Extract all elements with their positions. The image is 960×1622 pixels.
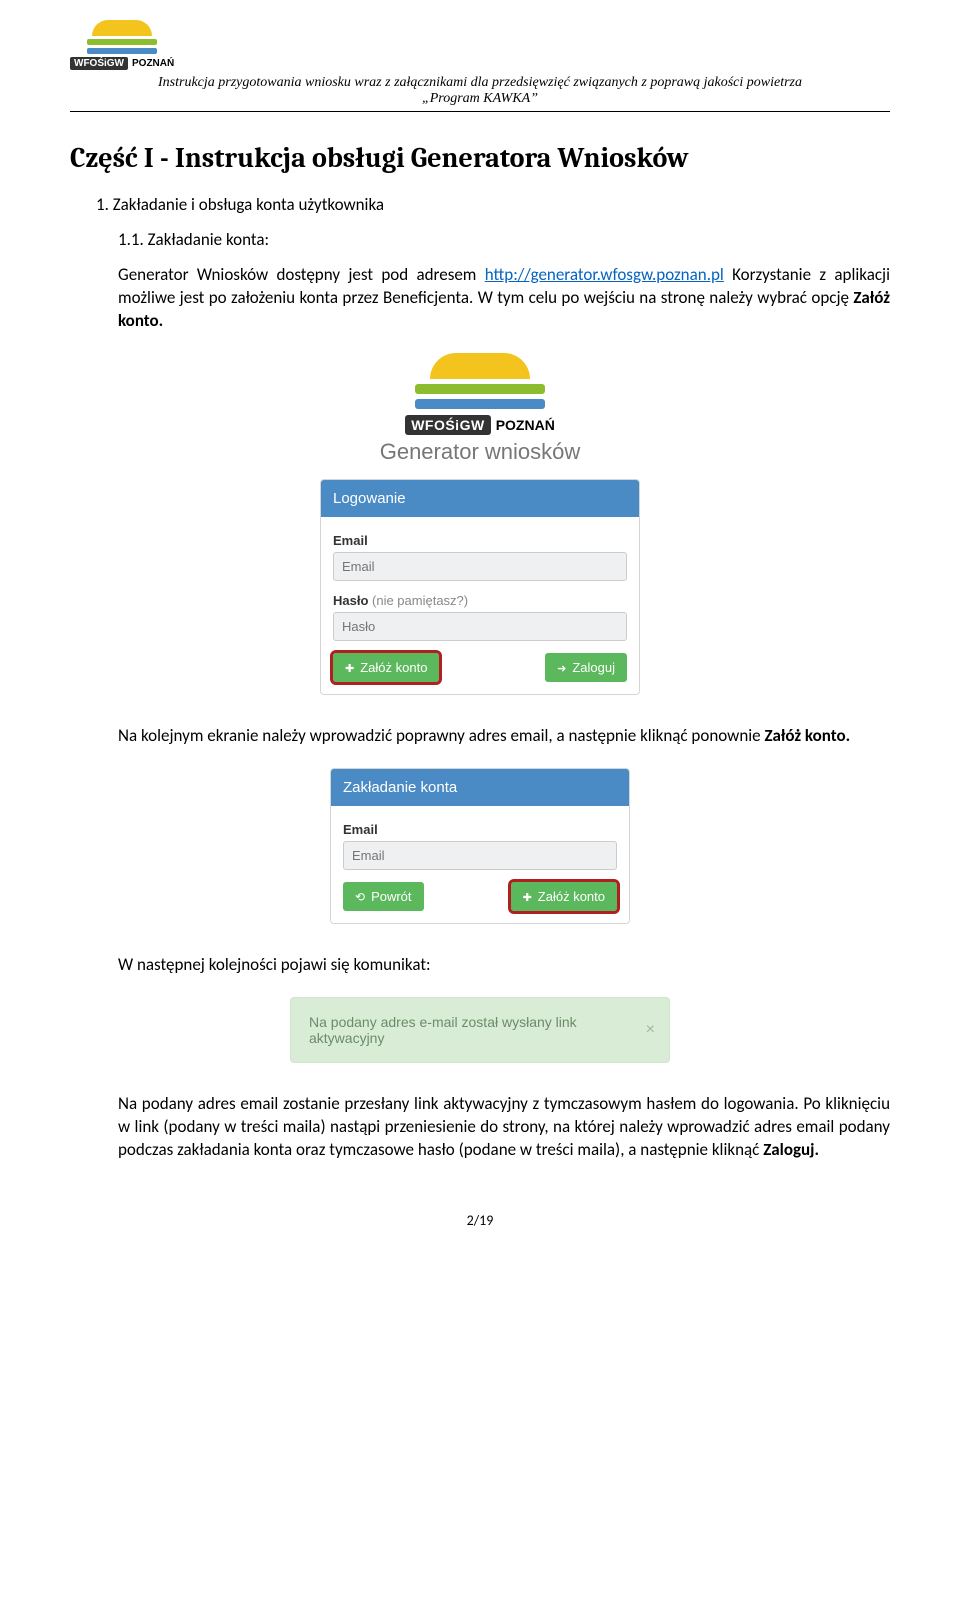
plus-icon xyxy=(345,660,354,675)
register-mock: Zakładanie konta Email Powrót Załóż kont… xyxy=(70,768,890,924)
paragraph-intro: Generator Wniosków dostępny jest pod adr… xyxy=(118,264,890,333)
big-logo-green-stripe xyxy=(415,384,545,394)
doc-header-line1: Instrukcja przygotowania wniosku wraz z … xyxy=(158,75,802,90)
alert-text: Na podany adres e-mail został wysłany li… xyxy=(309,1014,577,1046)
p4-bold: Zaloguj. xyxy=(763,1139,819,1160)
close-icon[interactable]: × xyxy=(646,1021,655,1039)
register-button[interactable]: Załóż konto xyxy=(333,653,439,682)
logo-city: POZNAŃ xyxy=(132,58,174,69)
back-icon xyxy=(355,889,365,904)
p1a: Generator Wniosków dostępny jest pod adr… xyxy=(118,264,485,285)
login-button[interactable]: Zaloguj xyxy=(545,653,627,682)
logo-stripe-blue xyxy=(87,48,157,54)
register-panel: Zakładanie konta Email Powrót Załóż kont… xyxy=(330,768,630,924)
login-button-label: Zaloguj xyxy=(572,660,615,675)
logo-small: WFOŚiGW POZNAŃ xyxy=(70,20,174,69)
paragraph-activation: Na podany adres email zostanie przesłany… xyxy=(118,1093,890,1162)
generator-title: Generator wniosków xyxy=(320,439,640,465)
subsection-1-1: 1.1. Zakładanie konta: xyxy=(118,229,890,250)
big-logo-badge: WFOŚiGW xyxy=(405,415,491,435)
password-input[interactable] xyxy=(333,612,627,641)
big-logo-label: WFOŚiGW POZNAŃ xyxy=(405,417,555,433)
generator-link[interactable]: http://generator.wfosgw.poznan.pl xyxy=(485,264,724,285)
reg-email-input[interactable] xyxy=(343,841,617,870)
forgot-password-link[interactable]: (nie pamiętasz?) xyxy=(372,593,468,608)
back-button[interactable]: Powrót xyxy=(343,882,424,911)
big-logo: WFOŚiGW POZNAŃ xyxy=(320,353,640,433)
plus-icon-2 xyxy=(523,889,532,904)
back-button-label: Powrót xyxy=(371,889,411,904)
email-label: Email xyxy=(333,533,627,548)
password-label: Hasło (nie pamiętasz?) xyxy=(333,593,627,608)
doc-header-line2: „Program KAWKA” xyxy=(422,91,538,106)
sub-label: Zakładanie konta: xyxy=(148,229,269,250)
p2a: Na kolejnym ekranie należy wprowadzić po… xyxy=(118,725,764,746)
pass-label-text: Hasło xyxy=(333,593,372,608)
activation-alert: Na podany adres e-mail został wysłany li… xyxy=(290,997,670,1063)
sub-num: 1.1. xyxy=(118,229,148,250)
reg-email-label: Email xyxy=(343,822,617,837)
reg-submit-button[interactable]: Załóż konto xyxy=(511,882,617,911)
logo-label: WFOŚiGW POZNAŃ xyxy=(70,58,174,69)
part-title: Część I - Instrukcja obsługi Generatora … xyxy=(70,142,890,174)
logo-sun-icon xyxy=(92,20,152,36)
login-icon xyxy=(557,660,566,675)
logo-badge: WFOŚiGW xyxy=(70,57,128,70)
register-panel-head: Zakładanie konta xyxy=(331,769,629,806)
alert-wrap: Na podany adres e-mail został wysłany li… xyxy=(70,997,890,1063)
reg-submit-label: Załóż konto xyxy=(538,889,605,904)
big-logo-blue-stripe xyxy=(415,399,545,409)
p2-bold: Załóż konto. xyxy=(764,725,850,746)
big-logo-city: POZNAŃ xyxy=(496,417,555,433)
doc-header-text: Instrukcja przygotowania wniosku wraz z … xyxy=(70,75,890,112)
big-logo-sun-icon xyxy=(430,353,530,379)
register-button-label: Załóż konto xyxy=(360,660,427,675)
logo-stripe-green xyxy=(87,39,157,45)
page-number: 2/19 xyxy=(70,1212,890,1229)
login-mock: WFOŚiGW POZNAŃ Generator wniosków Logowan… xyxy=(70,353,890,695)
doc-header-row: WFOŚiGW POZNAŃ xyxy=(70,20,890,69)
login-panel-head: Logowanie xyxy=(321,480,639,517)
paragraph-komunikat: W następnej kolejności pojawi się komuni… xyxy=(118,954,890,977)
login-panel: Logowanie Email Hasło (nie pamiętasz?) Z… xyxy=(320,479,640,695)
email-input[interactable] xyxy=(333,552,627,581)
section-1: 1. Zakładanie i obsługa konta użytkownik… xyxy=(96,194,890,215)
paragraph-next-screen: Na kolejnym ekranie należy wprowadzić po… xyxy=(118,725,890,748)
